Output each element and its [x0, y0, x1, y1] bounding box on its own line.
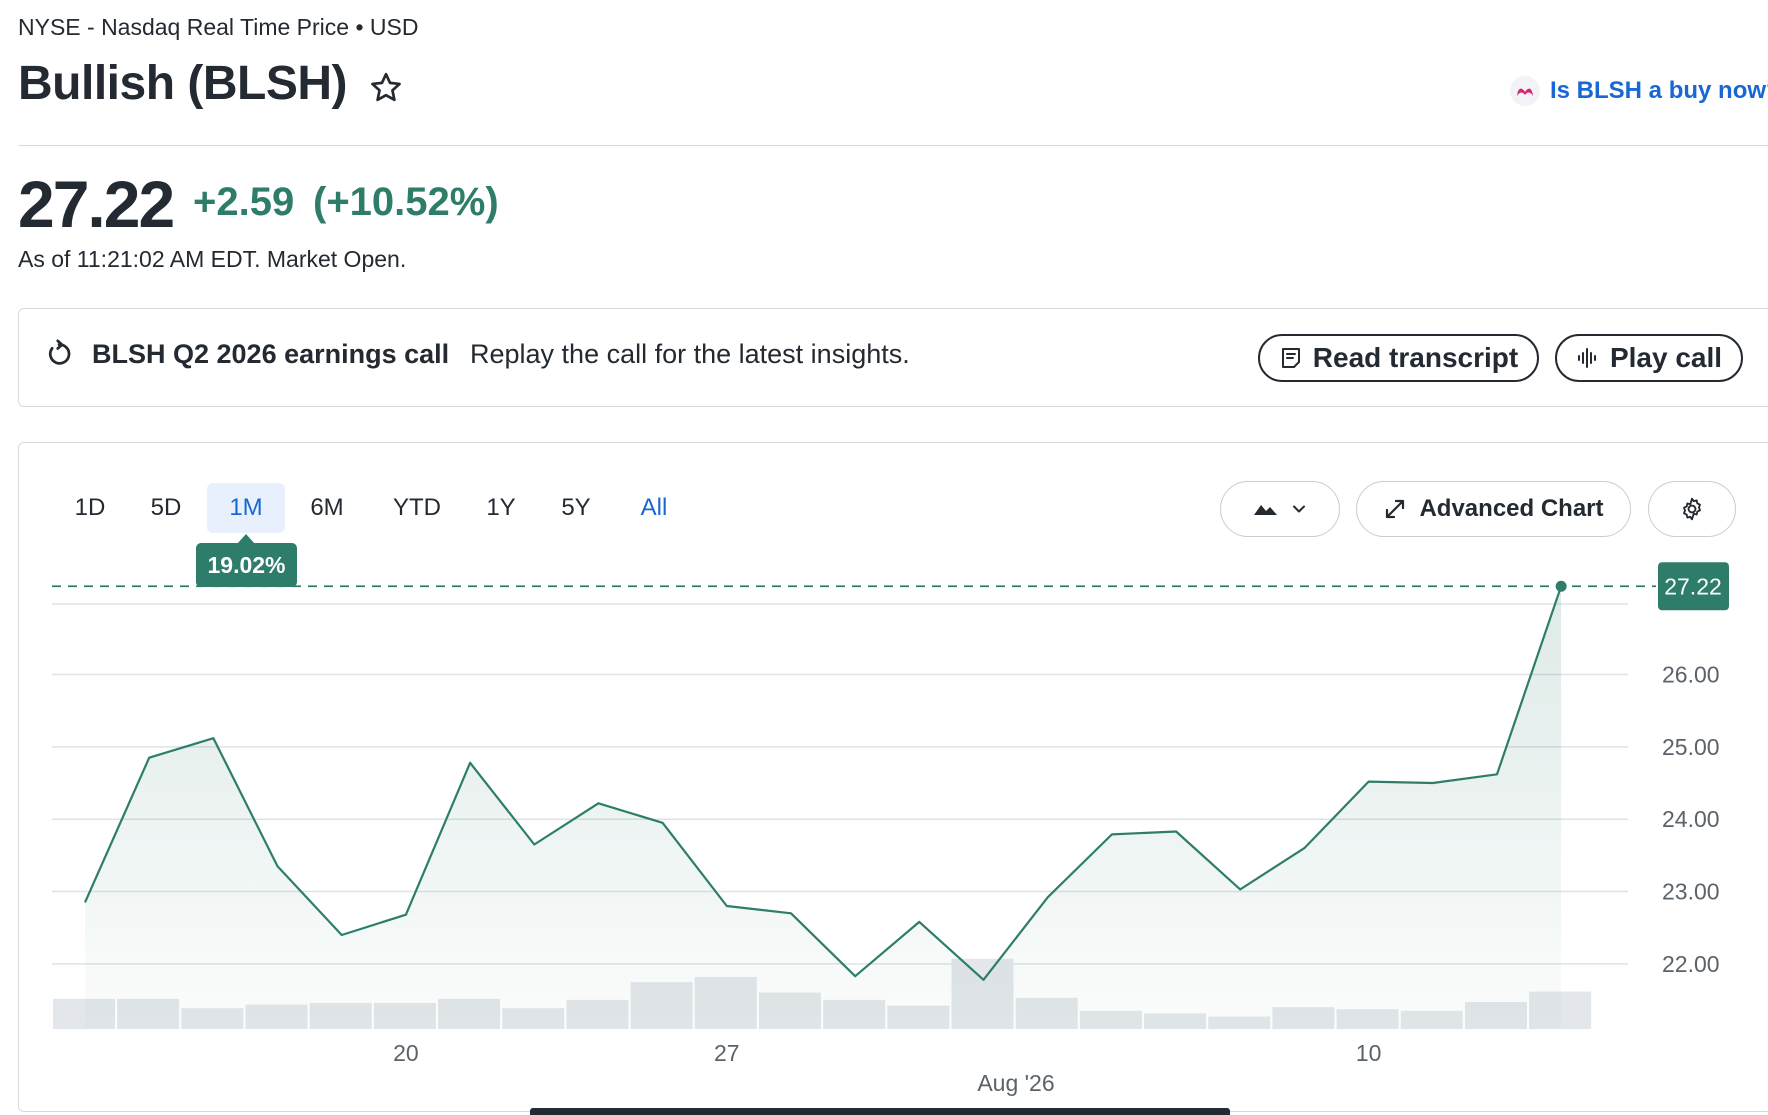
earnings-call-title: BLSH Q2 2026 earnings call [92, 339, 450, 369]
period-change-badge: 19.02% [196, 543, 297, 587]
ai-assistant-icon [1510, 76, 1540, 106]
range-tab-1d[interactable]: 1D [58, 483, 122, 533]
read-transcript-label: Read transcript [1312, 342, 1519, 373]
gear-icon [1683, 497, 1701, 521]
price-change: +2.59 [193, 180, 295, 224]
scroll-indicator [530, 1108, 1230, 1115]
price-change-percent: (+10.52%) [313, 180, 499, 224]
expand-icon [1386, 499, 1405, 519]
advanced-chart-label: Advanced Chart [1419, 495, 1604, 522]
range-tab-ytd[interactable]: YTD [380, 483, 454, 533]
mountain-chart-icon [1254, 505, 1277, 515]
exchange-info: NYSE - Nasdaq Real Time Price • USD [18, 14, 419, 40]
play-call-label: Play call [1609, 342, 1723, 373]
range-tab-6m[interactable]: 6M [295, 483, 359, 533]
play-call-button[interactable]: Play call [1555, 334, 1743, 382]
replay-icon [48, 339, 71, 365]
range-tab-1m[interactable]: 1M [207, 483, 285, 533]
range-tab-all[interactable]: All [622, 483, 686, 533]
read-transcript-button[interactable]: Read transcript [1258, 334, 1539, 382]
audio-wave-icon [1577, 348, 1596, 368]
chart-settings-button[interactable] [1648, 481, 1736, 537]
advanced-chart-button[interactable]: Advanced Chart [1356, 481, 1631, 537]
chevron-down-icon [1293, 505, 1305, 513]
earnings-call-subtitle: Replay the call for the latest insights. [470, 339, 910, 369]
current-price: 27.22 [18, 167, 175, 241]
range-tab-5d[interactable]: 5D [132, 483, 200, 533]
range-tab-5y[interactable]: 5Y [544, 483, 608, 533]
range-tab-1y[interactable]: 1Y [469, 483, 533, 533]
transcript-icon [1281, 348, 1300, 368]
star-icon[interactable] [368, 70, 404, 106]
page-title: Bullish (BLSH) [18, 57, 347, 110]
buy-now-link[interactable]: Is BLSH a buy now? [1510, 76, 1768, 106]
header-divider [18, 145, 1768, 146]
chart-type-dropdown[interactable] [1220, 481, 1340, 537]
quote-timestamp: As of 11:21:02 AM EDT. Market Open. [18, 246, 407, 272]
buy-now-label: Is BLSH a buy now? [1550, 77, 1768, 104]
